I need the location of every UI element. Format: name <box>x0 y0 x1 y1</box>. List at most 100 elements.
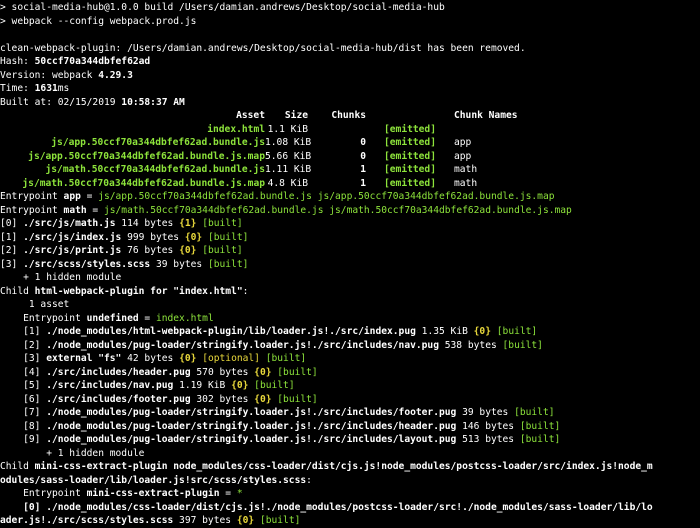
module-id: [9] <box>0 434 47 445</box>
asset-count-line: 1 asset <box>0 299 70 310</box>
module-tag: [built] <box>519 420 561 432</box>
entrypoint-eq: = <box>219 488 237 499</box>
module-path: ./src/js/print.js <box>23 245 122 256</box>
module-chunk: {0} <box>254 366 272 378</box>
entrypoint-files: * <box>236 488 243 499</box>
child-prefix: Child <box>0 461 35 472</box>
module-size: 39 bytes <box>456 407 515 418</box>
table-cell-size: 5.66 KiB <box>265 150 312 162</box>
entrypoint-label: Entrypoint <box>0 204 64 216</box>
module-chunk: {0} <box>254 393 272 405</box>
module-line: [3] external "fs" 42 bytes {0} [optional… <box>0 352 700 366</box>
module-size: 1.35 KiB <box>415 326 474 337</box>
child-header-continued: odules/sass-loader/lib/loader.js!src/scs… <box>0 474 700 488</box>
module-path: external "fs" <box>46 353 122 364</box>
module-line: [6] ./src/includes/footer.pug 302 bytes … <box>0 393 700 407</box>
time-label: Time: <box>0 83 35 94</box>
module-tag: [built] <box>496 326 538 337</box>
table-cell-size: 1.11 KiB <box>265 164 312 175</box>
module-path: ./node_modules/pug-loader/stringify.load… <box>46 420 457 432</box>
table-cell-status: [emitted] <box>384 177 436 189</box>
hidden-module-line: + 1 hidden module <box>0 447 145 459</box>
table-cell-size: 1.1 KiB <box>267 123 308 135</box>
module-id: [1] <box>0 231 24 243</box>
child-prefix: Child <box>0 285 35 297</box>
module-size: 1.19 KiB <box>173 380 232 391</box>
module-line: [4] ./src/includes/header.pug 570 bytes … <box>0 366 700 380</box>
table-cell-chunks: 0 <box>360 150 366 162</box>
entrypoint-eq: = <box>86 204 104 216</box>
module-id: [5] <box>0 380 47 391</box>
table-cell-name: math <box>454 177 478 189</box>
table-cell-status: [emitted] <box>384 164 436 175</box>
entrypoint-files: js/app.50ccf70a344dbfef62ad.bundle.js js… <box>98 191 555 202</box>
module-tag: [built] <box>259 515 301 526</box>
command-line: > webpack --config webpack.prod.js <box>0 15 197 27</box>
module-line: [8] ./node_modules/pug-loader/stringify.… <box>0 420 700 434</box>
hash-line: Hash: 50ccf70a344dbfef62ad <box>0 55 700 69</box>
asset-table: Asset Size Chunks Chunk Names index.html… <box>0 109 700 190</box>
module-size: 538 bytes <box>438 339 503 351</box>
module-chunk: {0} <box>473 326 491 337</box>
module-chunk: {0} <box>179 353 197 364</box>
entrypoint-name: math <box>63 204 87 216</box>
module-path: ./src/includes/nav.pug <box>46 380 174 391</box>
entrypoint-name: app <box>63 191 81 202</box>
entrypoint-files: index.html <box>155 312 214 324</box>
table-cell-status: [emitted] <box>384 123 436 135</box>
table-cell-asset: js/math.50ccf70a344dbfef62ad.bundle.js.m… <box>22 177 265 189</box>
command-line: > social-media-hub@1.0.0 build /Users/da… <box>0 2 445 13</box>
table-header-size: Size <box>284 110 308 121</box>
entrypoint-name: mini-css-extract-plugin <box>86 488 220 499</box>
module-line: [9] ./node_modules/pug-loader/stringify.… <box>0 433 700 447</box>
entrypoint-label: Entrypoint <box>0 312 87 324</box>
module-id: [8] <box>0 420 47 432</box>
module-size: 42 bytes <box>121 353 180 364</box>
module-path: ader.js!./src/scss/styles.scss <box>0 515 174 526</box>
module-line: [0] ./src/js/math.js 114 bytes {1} [buil… <box>0 217 700 231</box>
entrypoint-name: undefined <box>86 312 139 324</box>
module-size: 570 bytes <box>190 366 255 378</box>
module-path: ./src/includes/header.pug <box>46 366 191 378</box>
module-line: [7] ./node_modules/pug-loader/stringify.… <box>0 406 700 420</box>
module-id: [7] <box>0 407 47 418</box>
built-at-line: Built at: 02/15/2019 10:58:37 AM <box>0 96 700 110</box>
table-cell-name <box>454 123 564 137</box>
module-size: 397 bytes <box>173 515 237 526</box>
module-tag: [built] <box>265 353 307 364</box>
module-size: 999 bytes <box>121 231 185 243</box>
module-tag-optional: [optional] <box>202 353 260 364</box>
table-cell-asset: js/app.50ccf70a344dbfef62ad.bundle.js <box>51 137 265 148</box>
version-value: 4.29.3 <box>98 69 133 81</box>
entrypoint-eq: = <box>80 191 99 202</box>
terminal-output: > social-media-hub@1.0.0 build /Users/da… <box>0 0 700 528</box>
module-path: ./src/includes/footer.pug <box>46 393 191 405</box>
module-size: 513 bytes <box>456 434 520 445</box>
module-tag: [built] <box>502 339 543 351</box>
table-cell-name: math <box>454 164 478 175</box>
entrypoint-line: Entrypoint mini-css-extract-plugin = * <box>0 487 700 501</box>
module-line: [2] ./src/js/print.js 76 bytes {0} [buil… <box>0 244 700 258</box>
table-cell-asset: js/math.50ccf70a344dbfef62ad.bundle.js <box>45 164 266 175</box>
child-name: html-webpack-plugin for "index.html" <box>34 285 243 297</box>
module-line-continued: ader.js!./src/scss/styles.scss 397 bytes… <box>0 514 700 528</box>
entrypoint-line: Entrypoint undefined = index.html <box>0 312 700 326</box>
table-cell-chunks: 0 <box>360 137 366 148</box>
module-line: [2] ./node_modules/pug-loader/stringify.… <box>0 339 700 353</box>
module-tag: [built] <box>202 218 243 229</box>
module-id: [6] <box>0 393 47 405</box>
module-path: ./src/js/math.js <box>23 218 116 229</box>
version-label: Version: webpack <box>0 69 99 81</box>
hidden-module-line: + 1 hidden module <box>0 272 122 283</box>
module-tag: [built] <box>277 393 318 405</box>
module-id: [2] <box>0 339 47 351</box>
child-name: mini-css-extract-plugin node_modules/css… <box>34 461 653 472</box>
entrypoint-label: Entrypoint <box>0 488 87 499</box>
child-header: Child mini-css-extract-plugin node_modul… <box>0 460 700 474</box>
entrypoint-label: Entrypoint <box>0 191 64 202</box>
table-header-chunk-names: Chunk Names <box>454 110 518 121</box>
hash-value: 50ccf70a344dbfef62ad <box>34 56 151 67</box>
table-header-blank <box>366 109 454 123</box>
table-cell-name: app <box>454 137 472 148</box>
